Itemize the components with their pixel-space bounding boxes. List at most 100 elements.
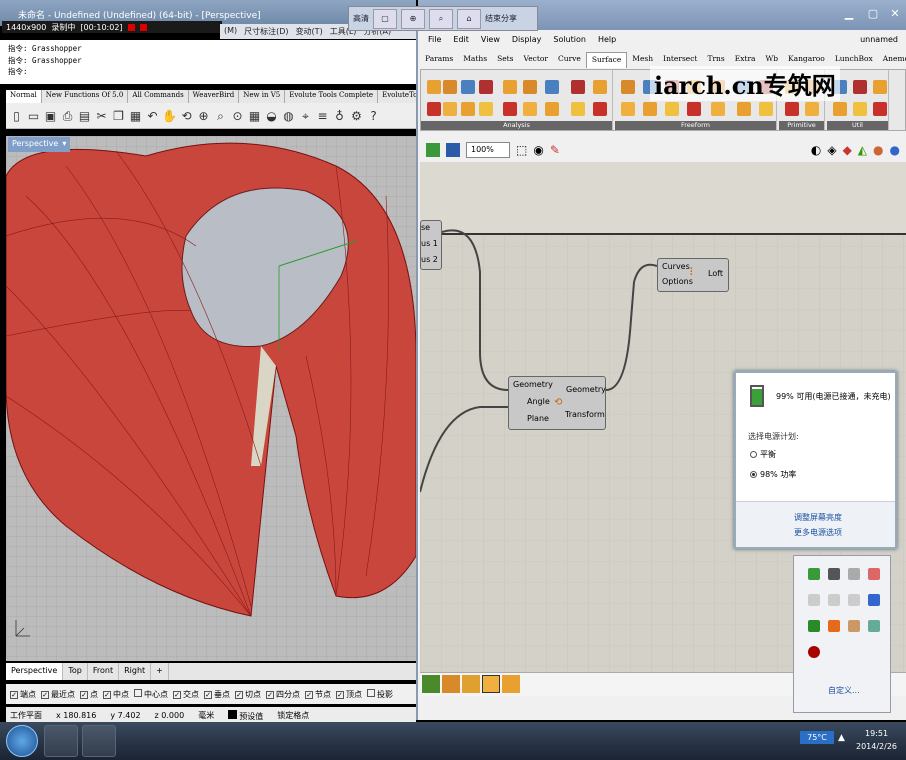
- preview-selected-icon[interactable]: ◆: [843, 143, 852, 157]
- gh-menu-view[interactable]: View: [481, 35, 500, 46]
- output-transform[interactable]: Transform: [565, 410, 605, 419]
- component-icon[interactable]: [621, 102, 635, 116]
- component-icon[interactable]: [503, 102, 517, 116]
- gh-tab-anemone[interactable]: Anemone: [878, 52, 906, 68]
- loft-component[interactable]: Curves Options ⫶ Loft: [657, 258, 729, 292]
- checkbox-icon[interactable]: ✓: [10, 690, 18, 699]
- cut-icon[interactable]: ✂: [94, 108, 109, 124]
- component-icon[interactable]: [523, 80, 537, 94]
- menu-item[interactable]: 变动(T): [296, 26, 323, 37]
- component-icon[interactable]: [643, 102, 657, 116]
- tray-app-icon[interactable]: [848, 620, 860, 632]
- component-icon[interactable]: [873, 80, 887, 94]
- tab-evolute[interactable]: EvoluteTo: [378, 90, 416, 103]
- preview-wire-icon[interactable]: ◐: [811, 143, 821, 157]
- checkbox-icon[interactable]: [134, 688, 142, 697]
- component-icon[interactable]: [593, 102, 607, 116]
- tab-new-functions[interactable]: New Functions Of 5.0: [42, 90, 129, 103]
- zoom-icon[interactable]: ⊕: [196, 108, 211, 124]
- save-as-icon[interactable]: ▤: [77, 108, 92, 124]
- input-curves[interactable]: Curves: [662, 262, 690, 271]
- component-icon[interactable]: [545, 102, 559, 116]
- maximize-icon[interactable]: ▢: [862, 7, 884, 21]
- globe-icon[interactable]: ◍: [281, 108, 296, 124]
- menu-item[interactable]: 尺寸标注(D): [244, 26, 288, 37]
- help-icon[interactable]: ?: [366, 108, 381, 124]
- osnap-checkbox[interactable]: ✓ 垂点: [204, 689, 230, 700]
- signal-icon[interactable]: [848, 594, 860, 606]
- more-power-link[interactable]: 更多电源选项: [794, 527, 842, 538]
- osnap-checkbox[interactable]: ✓ 顶点: [336, 689, 362, 700]
- checkbox-icon[interactable]: ✓: [235, 690, 243, 699]
- car-icon[interactable]: ◒: [264, 108, 279, 124]
- component-icon[interactable]: [523, 102, 537, 116]
- tray-app-icon[interactable]: [808, 620, 820, 632]
- checkbox-icon[interactable]: ✓: [103, 690, 111, 699]
- tab-all-commands[interactable]: All Commands: [128, 90, 189, 103]
- gh-tab-vector[interactable]: Vector: [519, 52, 553, 68]
- temperature-badge[interactable]: 75°C: [800, 731, 834, 744]
- component-icon[interactable]: [427, 80, 441, 94]
- input-plane[interactable]: Plane: [527, 414, 549, 423]
- input-geometry[interactable]: Geometry: [513, 380, 553, 389]
- tray-app-icon[interactable]: [828, 568, 840, 580]
- osnap-checkbox[interactable]: 投影: [367, 688, 393, 700]
- open-icon[interactable]: [426, 143, 440, 157]
- gh-menu-file[interactable]: File: [428, 35, 441, 46]
- tab-evolute-complete[interactable]: Evolute Tools Complete: [285, 90, 379, 103]
- gh-menu-help[interactable]: Help: [598, 35, 616, 46]
- component-icon[interactable]: [737, 102, 751, 116]
- osnap-checkbox[interactable]: ✓ 端点: [10, 689, 36, 700]
- component-icon[interactable]: [502, 675, 520, 693]
- preview-icon[interactable]: ◉: [533, 143, 543, 157]
- new-file-icon[interactable]: ▯: [9, 108, 24, 124]
- sketch-icon[interactable]: ✎: [550, 143, 560, 157]
- component-icon[interactable]: [711, 102, 725, 116]
- component-icon[interactable]: [479, 102, 493, 116]
- checkbox-icon[interactable]: ✓: [173, 690, 181, 699]
- settings-icon[interactable]: ⚙: [349, 108, 364, 124]
- gh-menu-display[interactable]: Display: [512, 35, 542, 46]
- close-icon[interactable]: ✕: [884, 7, 906, 21]
- stop-icon[interactable]: [139, 23, 147, 31]
- plan-option-balanced[interactable]: 平衡: [750, 449, 776, 460]
- zoom-select[interactable]: 100%: [466, 142, 510, 158]
- gh-menu-edit[interactable]: Edit: [453, 35, 469, 46]
- component-icon[interactable]: [785, 102, 799, 116]
- component-icon[interactable]: [571, 102, 585, 116]
- component-icon[interactable]: [853, 80, 867, 94]
- osnap-checkbox[interactable]: ✓ 四分点: [266, 689, 300, 700]
- hd-button[interactable]: 高清: [353, 13, 369, 24]
- checkbox-icon[interactable]: ✓: [41, 690, 49, 699]
- select-icon[interactable]: ⌖: [298, 108, 313, 124]
- output-geometry[interactable]: Geometry: [566, 385, 606, 394]
- osnap-checkbox[interactable]: ✓ 交点: [173, 689, 199, 700]
- osnap-checkbox[interactable]: ✓ 点: [80, 689, 98, 700]
- tab-normal[interactable]: Normal: [6, 90, 42, 103]
- checkbox-icon[interactable]: ✓: [336, 690, 344, 699]
- rotate-component[interactable]: Geometry Angle Plane ⟲ Geometry Transfor…: [508, 376, 606, 430]
- add-viewport-button[interactable]: +: [151, 663, 169, 680]
- chevron-down-icon[interactable]: ▾: [62, 139, 66, 150]
- component-icon[interactable]: [482, 675, 500, 693]
- home-icon[interactable]: ⌂: [457, 8, 481, 29]
- print-icon[interactable]: ⎙: [60, 108, 75, 124]
- tab-perspective[interactable]: Perspective: [6, 663, 64, 680]
- tray-expand-icon[interactable]: ▲: [838, 733, 845, 743]
- component-icon[interactable]: [665, 102, 679, 116]
- globe-icon[interactable]: ●: [890, 143, 900, 157]
- volume-icon[interactable]: [808, 594, 820, 606]
- record-icon[interactable]: [127, 23, 135, 31]
- osnap-checkbox[interactable]: 中心点: [134, 688, 168, 700]
- end-share-button[interactable]: 结束分享: [485, 13, 517, 24]
- viewport-label[interactable]: Perspective ▾: [8, 137, 71, 152]
- checkbox-icon[interactable]: ✓: [204, 690, 212, 699]
- plan-option-selected[interactable]: 98% 功率: [750, 469, 796, 480]
- component-icon[interactable]: [687, 102, 701, 116]
- tray-app-icon[interactable]: [868, 620, 880, 632]
- component-icon[interactable]: [805, 102, 819, 116]
- component-icon[interactable]: [759, 102, 773, 116]
- window-icon[interactable]: ▢: [373, 8, 397, 29]
- component-icon[interactable]: [593, 80, 607, 94]
- osnap-checkbox[interactable]: ✓ 切点: [235, 689, 261, 700]
